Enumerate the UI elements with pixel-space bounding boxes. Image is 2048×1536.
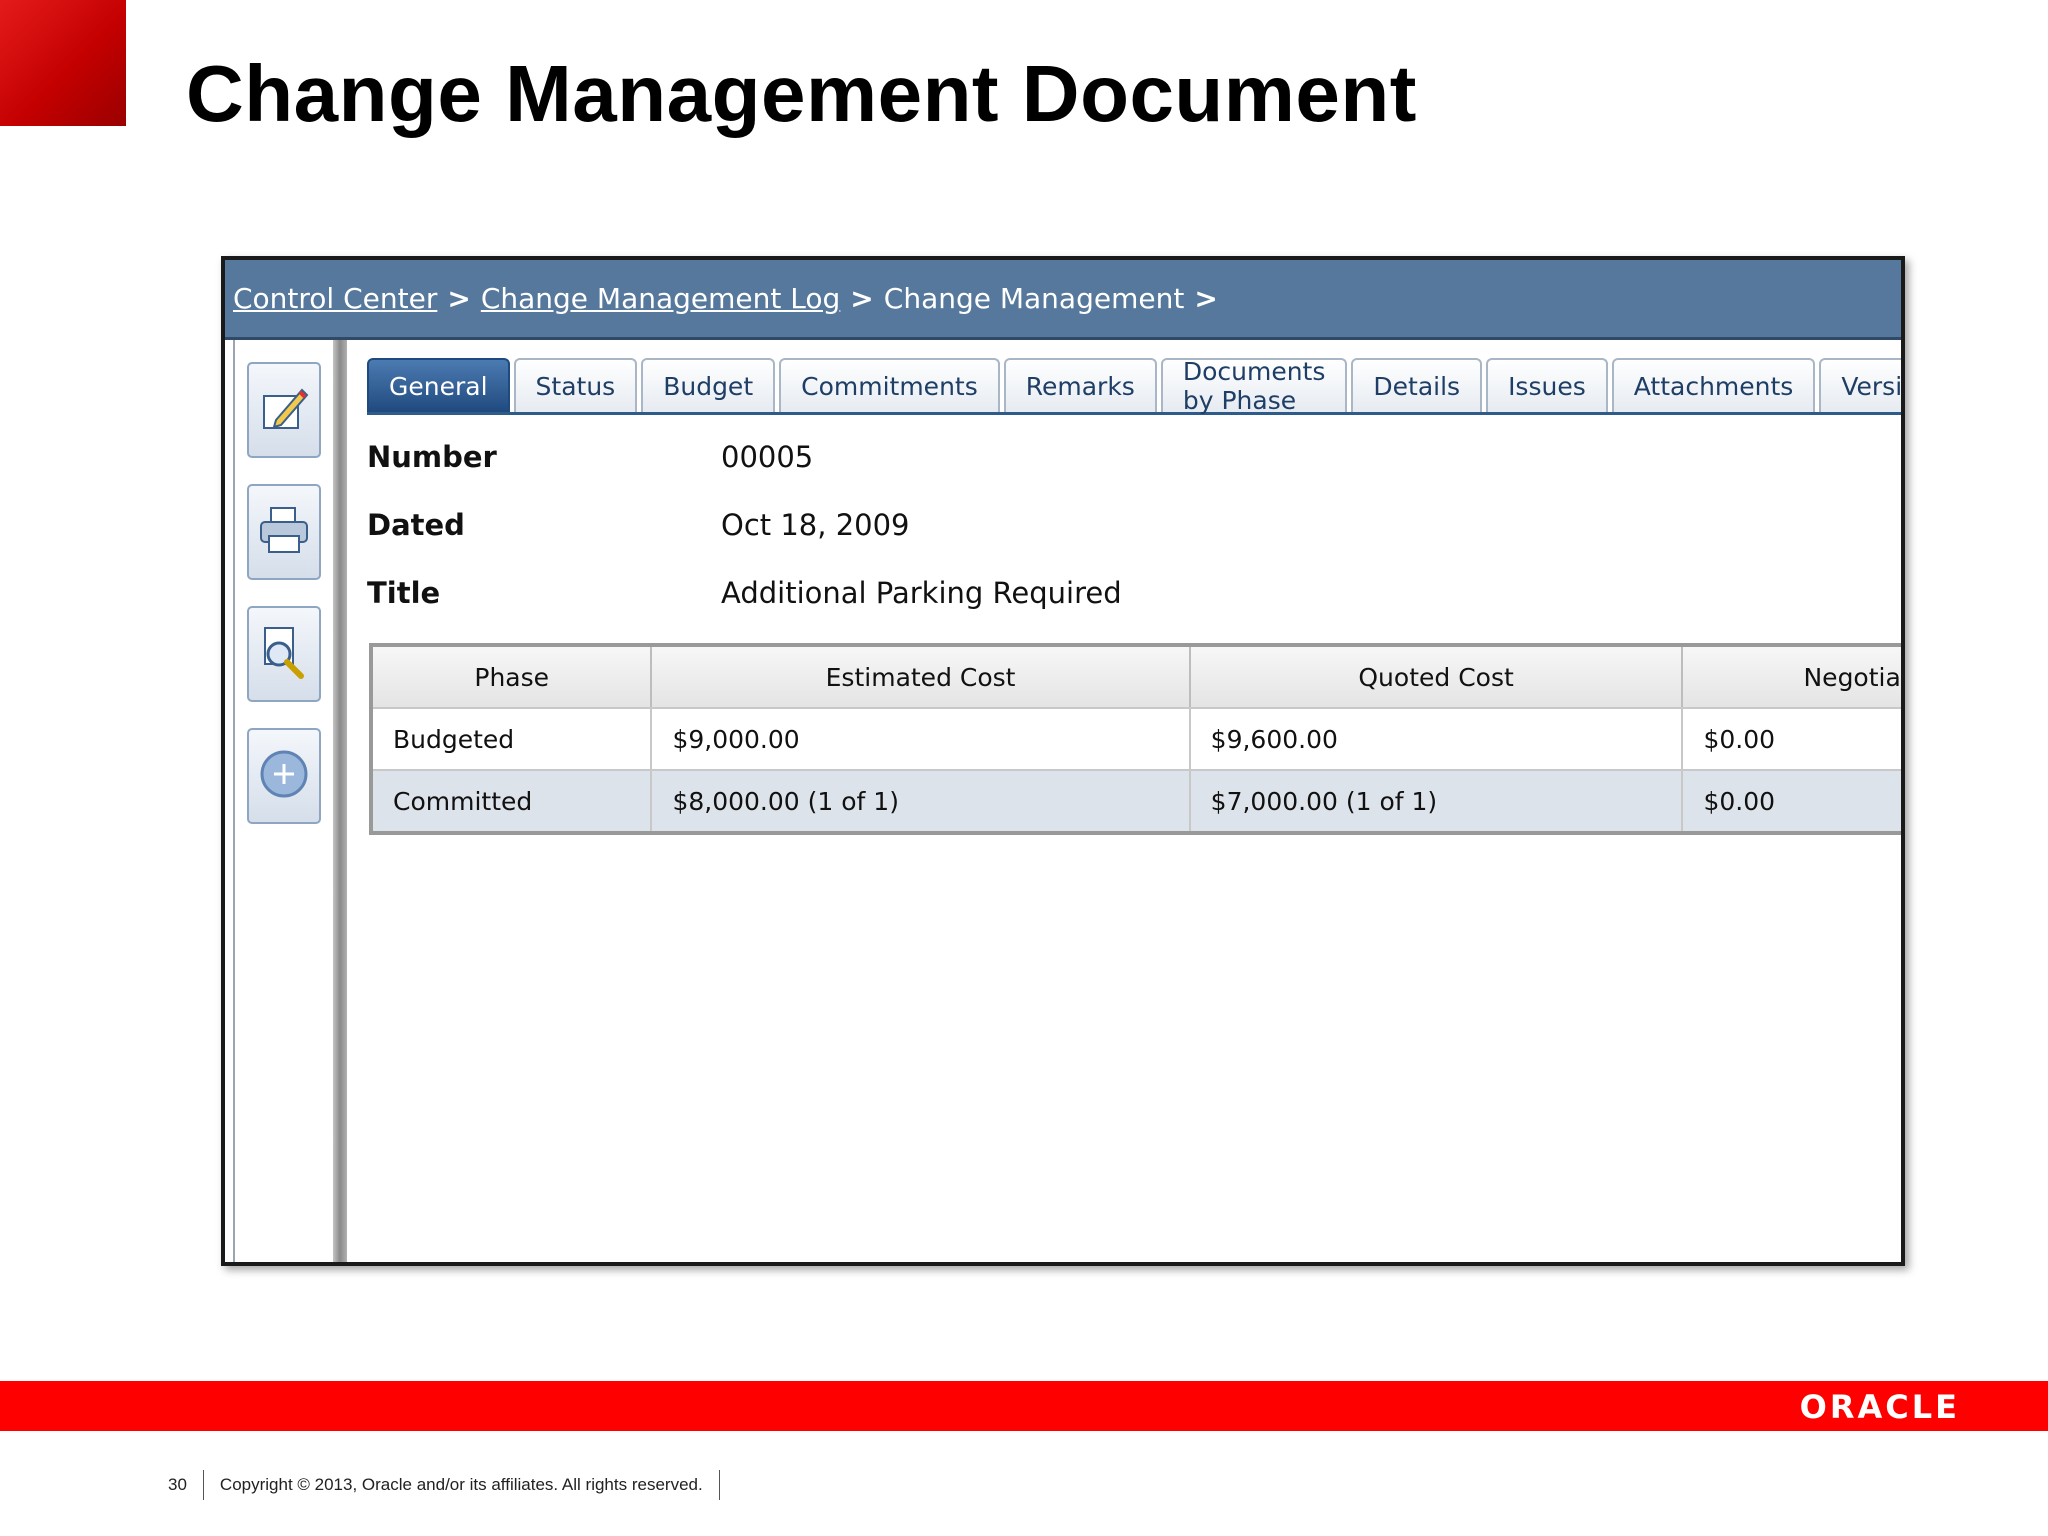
table-cell: $8,000.00 (1 of 1) xyxy=(651,770,1191,833)
add-button[interactable] xyxy=(247,728,321,824)
breadcrumb-link-change-management-log[interactable]: Change Management Log xyxy=(481,282,840,315)
footer-divider xyxy=(718,1470,720,1500)
print-icon xyxy=(257,504,311,561)
page-number: 30 xyxy=(168,1475,187,1494)
dated-label: Dated xyxy=(367,508,465,542)
brand-corner-block xyxy=(0,0,126,126)
tab-details[interactable]: Details xyxy=(1351,358,1483,412)
breadcrumb-link-control-center[interactable]: Control Center xyxy=(233,282,437,315)
breadcrumb-separator: > xyxy=(850,282,874,315)
column-header-estimated-cost[interactable]: Estimated Cost xyxy=(651,645,1191,709)
tab-bar: General Status Budget Commitments Remark… xyxy=(367,354,1901,415)
title-label: Title xyxy=(367,576,441,610)
number-label: Number xyxy=(367,440,497,474)
tab-documents-by-phase[interactable]: Documents by Phase xyxy=(1160,357,1348,415)
tab-remarks[interactable]: Remarks xyxy=(1003,358,1157,412)
tab-versions[interactable]: Versions xyxy=(1819,358,1901,412)
column-header-phase[interactable]: Phase xyxy=(371,645,653,709)
toolbar-rail xyxy=(233,340,335,1262)
breadcrumb: Control Center > Change Management Log >… xyxy=(225,260,1901,340)
table-header-row: Phase Estimated Cost Quoted Cost Negotia… xyxy=(371,645,1901,709)
print-button[interactable] xyxy=(247,484,321,580)
slide-footer: 30 Copyright © 2013, Oracle and/or its a… xyxy=(168,1470,736,1500)
footer-divider xyxy=(202,1470,204,1500)
preview-icon xyxy=(257,624,311,685)
tab-budget[interactable]: Budget xyxy=(641,358,776,412)
table-row[interactable]: Budgeted $9,000.00 $9,600.00 $0.00 xyxy=(371,708,1901,771)
breadcrumb-current: Change Management xyxy=(883,282,1185,315)
tab-status[interactable]: Status xyxy=(513,358,638,412)
slide-title: Change Management Document xyxy=(186,49,1417,138)
table-row[interactable]: Committed $8,000.00 (1 of 1) $7,000.00 (… xyxy=(371,770,1901,833)
dated-value: Oct 18, 2009 xyxy=(721,508,910,542)
table-cell: Budgeted xyxy=(371,708,653,771)
tab-issues[interactable]: Issues xyxy=(1486,358,1608,412)
app-screenshot-window: Control Center > Change Management Log >… xyxy=(221,256,1905,1266)
footer-brand-band xyxy=(0,1381,2048,1431)
number-value: 00005 xyxy=(721,440,814,474)
breadcrumb-separator: > xyxy=(1194,282,1218,315)
table-cell: $9,600.00 xyxy=(1189,708,1684,771)
oracle-logo: ORACLE xyxy=(1799,1388,1960,1426)
breadcrumb-separator: > xyxy=(447,282,471,315)
table-cell: Committed xyxy=(371,770,653,833)
table-cell: $7,000.00 (1 of 1) xyxy=(1189,770,1684,833)
column-header-quoted-cost[interactable]: Quoted Cost xyxy=(1189,645,1684,709)
preview-button[interactable] xyxy=(247,606,321,702)
tab-general[interactable]: General xyxy=(367,358,510,412)
table-cell: $0.00 xyxy=(1682,708,1901,771)
table-cell: $9,000.00 xyxy=(651,708,1191,771)
edit-button[interactable] xyxy=(247,362,321,458)
add-icon xyxy=(257,747,311,806)
copyright-text: Copyright © 2013, Oracle and/or its affi… xyxy=(219,1475,703,1494)
tab-commitments[interactable]: Commitments xyxy=(779,358,1000,412)
table-cell: $0.00 xyxy=(1682,770,1901,833)
title-value: Additional Parking Required xyxy=(721,576,1122,610)
edit-icon xyxy=(258,382,310,439)
column-header-negotiated[interactable]: Negotiate xyxy=(1682,645,1901,709)
rail-splitter[interactable] xyxy=(333,340,347,1262)
tab-attachments[interactable]: Attachments xyxy=(1611,358,1816,412)
cost-phase-table: Phase Estimated Cost Quoted Cost Negotia… xyxy=(369,643,1901,835)
